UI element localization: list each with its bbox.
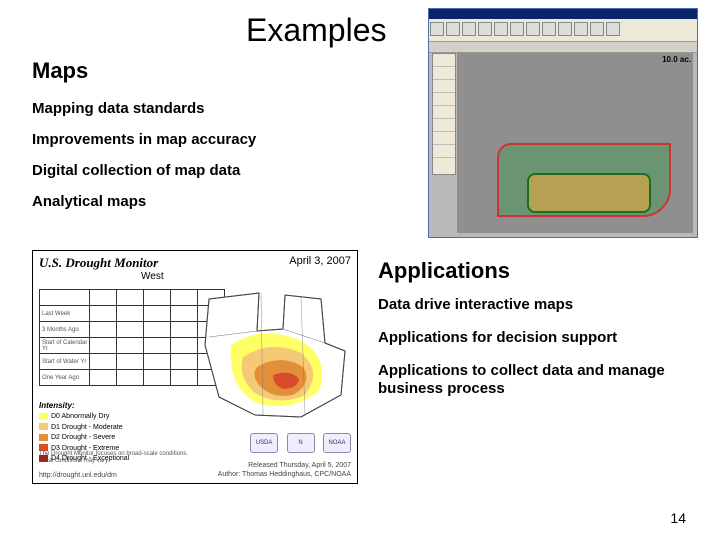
map-feature-field [527, 173, 651, 213]
list-item: Mapping data standards [32, 100, 412, 117]
figure-title: U.S. Drought Monitor [39, 255, 158, 271]
list-item: Data drive interactive maps [378, 296, 688, 315]
logo-ndmc: N [287, 433, 315, 453]
maps-list: Mapping data standards Improvements in m… [32, 100, 412, 224]
applications-heading: Applications [378, 258, 510, 284]
gis-screenshot: 10.0 ac. [428, 8, 698, 238]
list-item: Improvements in map accuracy [32, 131, 412, 148]
agency-logos: USDA N NOAA [246, 431, 351, 453]
stats-table: Last Week 3 Months Ago Start of Calendar… [39, 289, 225, 386]
tool-palette [432, 53, 456, 175]
drought-monitor-figure: U.S. Drought Monitor April 3, 2007 West … [32, 250, 358, 484]
list-item: Analytical maps [32, 193, 412, 210]
maps-heading: Maps [32, 58, 88, 84]
toolbar [429, 19, 697, 42]
list-item: Digital collection of map data [32, 162, 412, 179]
figure-url: http://drought.unl.edu/dm [39, 472, 117, 479]
figure-region: West [141, 271, 164, 282]
applications-list: Data drive interactive maps Applications… [378, 296, 688, 413]
list-item: Applications for decision support [378, 329, 688, 348]
logo-usda: USDA [250, 433, 278, 453]
figure-release: Released Thursday, April 5, 2007 Author:… [218, 462, 351, 479]
figure-date: April 3, 2007 [289, 255, 351, 267]
drought-map [201, 285, 351, 425]
page-number: 14 [670, 510, 686, 526]
logo-noaa: NOAA [323, 433, 351, 453]
map-canvas [457, 53, 693, 233]
list-item: Applications to collect data and manage … [378, 362, 688, 400]
tab-strip [429, 42, 697, 53]
area-label: 10.0 ac. [662, 55, 691, 64]
window-titlebar [429, 9, 697, 19]
figure-footnote: The Drought Monitor focuses on broad-sca… [39, 451, 199, 465]
slide-title: Examples [246, 12, 387, 49]
